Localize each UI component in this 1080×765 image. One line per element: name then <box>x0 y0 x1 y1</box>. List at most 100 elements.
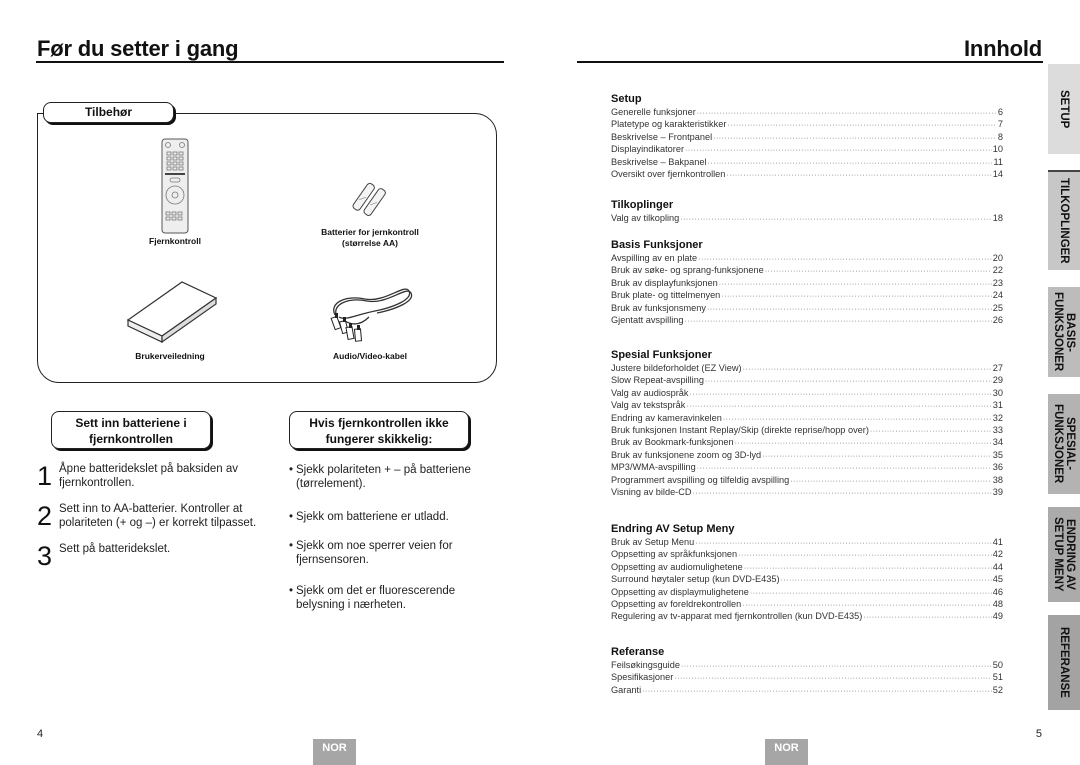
title-rule <box>36 61 504 63</box>
toc-entry-page: 48 <box>992 598 1003 609</box>
bullet-icon: • <box>289 511 294 523</box>
toc-entry-page: 23 <box>992 277 1003 288</box>
toc-entry[interactable]: Visning av bilde-CD 39 <box>611 486 1003 498</box>
accessory-label: Brukerveiledning <box>135 351 205 361</box>
toc-entry-label: Bruk av funksjonsmeny <box>611 302 706 313</box>
toc-entry[interactable]: Regulering av tv-apparat med fjernkontro… <box>611 610 1003 622</box>
toc-entry[interactable]: Beskrivelse – Bakpanel 11 <box>611 156 1003 168</box>
toc-entry[interactable]: Garanti 52 <box>611 684 1003 696</box>
accessories-heading: Tilbehør <box>43 102 174 123</box>
toc-entry[interactable]: Platetype og karakteristikker 7 <box>611 118 1003 130</box>
toc-entry[interactable]: Valg av tilkopling 18 <box>611 212 1003 224</box>
toc-entry[interactable]: Gjentatt avspilling 26 <box>611 314 1003 326</box>
page-number: 5 <box>1035 728 1042 740</box>
side-tab-referanse[interactable]: REFERANSE <box>1048 615 1080 710</box>
side-tab-endring[interactable]: ENDRING AV SETUP MENY <box>1048 507 1080 602</box>
toc-section-spesial: Spesial Funksjoner Justere bildeforholdet… <box>611 348 1003 498</box>
toc-entry-page: 51 <box>992 672 1003 683</box>
toc-entry-label: Oppsetting av språkfunksjonen <box>611 549 738 560</box>
toc-entry[interactable]: Slow Repeat-avspilling 29 <box>611 374 1003 386</box>
toc-entry[interactable]: Bruk av funksjonsmeny 25 <box>611 302 1003 314</box>
toc-entry[interactable]: Feilsøkingsguide 50 <box>611 659 1003 671</box>
toc-entry[interactable]: Avspilling av en plate 20 <box>611 252 1003 264</box>
toc-entry-label: Displayindikatorer <box>611 144 685 155</box>
toc-entry[interactable]: Oppsetting av foreldrekontrollen 48 <box>611 598 1003 610</box>
toc-entry-page: 35 <box>992 449 1003 460</box>
remote-control-icon <box>161 138 189 234</box>
toc-heading: Referanse <box>611 646 665 658</box>
step-text: Sett på batteridekslet. <box>59 543 171 555</box>
toc-entry-page: 10 <box>992 144 1003 155</box>
toc-leader-dots <box>680 212 992 226</box>
toc-heading: Basis Funksjoner <box>611 239 703 251</box>
toc-entry-page: 41 <box>992 537 1003 547</box>
toc-entry-label: Valg av tilkopling <box>611 213 680 223</box>
toc-entry[interactable]: Bruk av Setup Menu 41 <box>611 536 1003 548</box>
toc-entry[interactable]: Oversikt over fjernkontrollen 14 <box>611 168 1003 180</box>
toc-entry[interactable]: Valg av audiospråk 30 <box>611 387 1003 399</box>
toc-entry[interactable]: Bruk funksjonen Instant Replay/Skip (dir… <box>611 424 1003 436</box>
toc-entry-label: Programmert avspilling og tilfeldig avsp… <box>611 474 790 485</box>
toc-entry-label: Bruk av Bookmark-funksjonen <box>611 437 734 448</box>
toc-entry-page: 46 <box>992 586 1003 597</box>
toc-section-referanse: ReferanseFeilsøkingsguide50Spesifikasjon… <box>611 645 1003 696</box>
toc-entry[interactable]: Surround høytaler setup (kun DVD-E435) 45 <box>611 573 1003 585</box>
toc-entry[interactable]: Bruk av funksjonene zoom og 3D-lyd 35 <box>611 449 1003 461</box>
side-tab-basis[interactable]: BASIS- FUNKSJONER <box>1048 287 1080 377</box>
toc-entry-label: Generelle funksjoner <box>611 107 696 117</box>
toc-entry[interactable]: Bruk av søke- og sprang-funksjonene 22 <box>611 264 1003 276</box>
toc-entry[interactable]: Bruk av displayfunksjonen 23 <box>611 277 1003 289</box>
toc-entry[interactable]: Beskrivelse – Frontpanel 8 <box>611 131 1003 143</box>
toc-entry-page: 38 <box>992 474 1003 485</box>
bullet-icon: • <box>289 540 294 552</box>
bullet-icon: • <box>289 464 294 476</box>
toc-entry-page: 39 <box>992 486 1003 497</box>
step-item: 2 Sett inn to AA-batterier. Kontroller a… <box>37 503 287 530</box>
step-item: 1 Åpne batteridekslet på baksiden av fje… <box>37 463 277 490</box>
toc-entry-page: 36 <box>992 462 1003 473</box>
language-badge: NOR <box>313 739 356 765</box>
toc-entry[interactable]: Justere bildeforholdet (EZ View) 27 <box>611 362 1003 374</box>
toc-entry-label: Avspilling av en plate <box>611 253 698 263</box>
accessory-label: Audio/Video-kabel <box>333 351 407 361</box>
toc-leader-dots <box>642 684 992 698</box>
toc-entry-page: 33 <box>992 424 1003 435</box>
toc-entry[interactable]: Bruk plate- og tittelmenyen 24 <box>611 289 1003 301</box>
side-tab-setup[interactable]: SETUP <box>1048 64 1080 154</box>
accessory-label: Batterier for jernkontroll <box>321 227 419 237</box>
toc-entry-label: Gjentatt avspilling <box>611 314 684 325</box>
toc-entry[interactable]: Spesifikasjoner 51 <box>611 671 1003 683</box>
troubleshoot-bullet: • Sjekk om noe sperrer veien for fjernse… <box>289 540 453 566</box>
toc-entry[interactable]: Bruk av Bookmark-funksjonen 34 <box>611 436 1003 448</box>
toc-heading: Endring AV Setup Meny <box>611 523 735 535</box>
toc-entry-page: 45 <box>992 574 1003 585</box>
toc-entry-label: Oppsetting av audiomulighetene <box>611 561 743 572</box>
toc-entry[interactable]: Oppsetting av displaymulighetene 46 <box>611 586 1003 598</box>
toc-entry-page: 42 <box>992 549 1003 560</box>
left-page-title: Før du setter i gang <box>37 36 239 61</box>
toc-entry-page: 8 <box>997 131 1003 142</box>
toc-entry[interactable]: Oppsetting av audiomulighetene 44 <box>611 561 1003 573</box>
toc-section-setup: SetupGenerelle funksjoner6Platetype og k… <box>611 92 1003 180</box>
toc-entry-page: 22 <box>992 265 1003 276</box>
toc-entry-page: 49 <box>992 611 1003 622</box>
toc-entry[interactable]: MP3/WMA-avspilling 36 <box>611 461 1003 473</box>
accessory-label-size: (størrelse AA) <box>342 238 398 248</box>
toc-entry[interactable]: Oppsetting av språkfunksjonen 42 <box>611 548 1003 560</box>
toc-entry[interactable]: Generelle funksjoner 6 <box>611 106 1003 118</box>
toc-entry-page: 6 <box>997 107 1003 117</box>
toc-entry[interactable]: Endring av kameravinkelen 32 <box>611 412 1003 424</box>
toc-entry-label: Oversikt over fjernkontrollen <box>611 168 726 179</box>
side-tab-tilkoplinger[interactable]: TILKOPLINGER <box>1048 170 1080 270</box>
side-tab-label: TILKOPLINGER <box>1058 178 1070 264</box>
accessory-cable: Audio/Video-kabel <box>300 277 440 361</box>
toc-entry-label: Platetype og karakteristikker <box>611 119 727 130</box>
side-tab-spesial[interactable]: SPESIAL- FUNKSJONER <box>1048 394 1080 494</box>
toc-entry[interactable]: Displayindikatorer 10 <box>611 143 1003 155</box>
toc-entry-label: Spesifikasjoner <box>611 672 674 683</box>
toc-entry-label: Visning av bilde-CD <box>611 486 692 497</box>
toc-entry[interactable]: Valg av tekstspråk 31 <box>611 399 1003 411</box>
toc-entry-page: 14 <box>992 168 1003 179</box>
side-tab-label: REFERANSE <box>1058 627 1070 698</box>
toc-entry[interactable]: Programmert avspilling og tilfeldig avsp… <box>611 474 1003 486</box>
